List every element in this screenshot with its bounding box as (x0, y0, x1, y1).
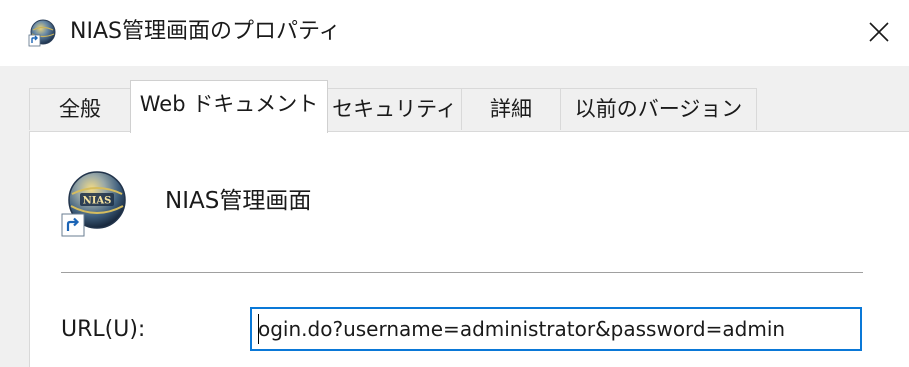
close-icon (869, 22, 889, 42)
tab-label: 全般 (59, 97, 101, 121)
tab-label: 詳細 (490, 97, 532, 121)
globe-shortcut-icon (28, 19, 56, 47)
nias-icon-text: NIAS (83, 196, 112, 207)
nias-globe-shortcut-icon: NIAS (61, 171, 126, 237)
tab-previous-versions[interactable]: 以前のバージョン (560, 88, 757, 130)
close-button[interactable] (858, 12, 900, 52)
separator (61, 272, 863, 273)
url-input[interactable] (250, 307, 862, 351)
tab-label: セキュリティ (332, 97, 457, 121)
tab-label: 以前のバージョン (574, 97, 743, 121)
tab-security[interactable]: セキュリティ (327, 88, 462, 130)
tab-general[interactable]: 全般 (29, 88, 131, 130)
tab-web-document[interactable]: Web ドキュメント (130, 80, 328, 133)
title-bar: NIAS管理画面のプロパティ (0, 0, 909, 66)
tab-label: Web ドキュメント (139, 92, 319, 116)
window-title: NIAS管理画面のプロパティ (70, 19, 341, 44)
text-caret (258, 314, 259, 344)
url-label: URL(U): (61, 317, 146, 342)
document-name: NIAS管理画面 (165, 188, 312, 214)
tab-details[interactable]: 詳細 (461, 88, 561, 130)
